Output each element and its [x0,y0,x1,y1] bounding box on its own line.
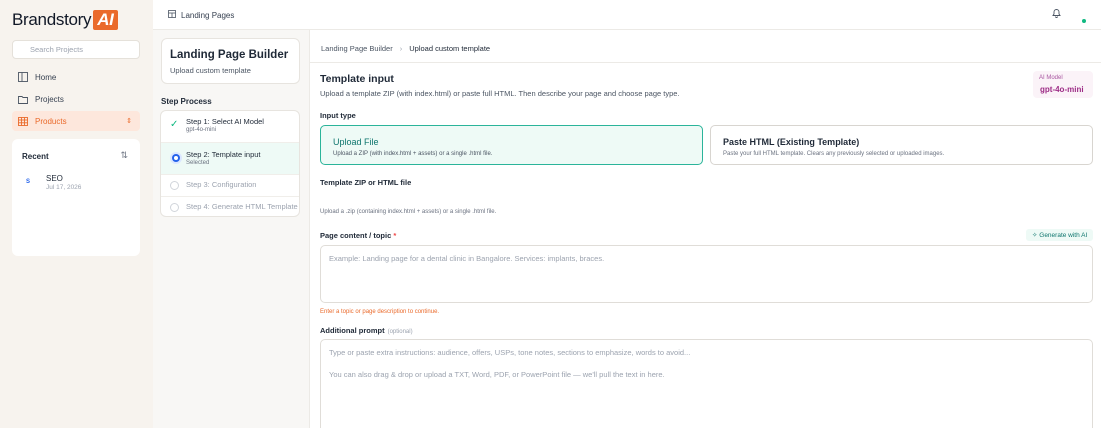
recent-title: Recent [22,152,49,161]
step-2[interactable]: Step 2: Template input Selected [161,143,299,175]
divider [310,62,1101,63]
sidebar-item-home[interactable]: Home [12,67,140,87]
step-label: Step 4: Generate HTML Template [186,202,298,211]
required-mark: * [393,231,397,240]
home-icon [18,72,28,82]
step-label: Step 3: Configuration [186,180,257,189]
option-title: Paste HTML (Existing Template) [723,137,860,147]
step-sublabel: gpt-4o-mini [186,127,217,133]
sort-icon[interactable]: ⇅ [120,150,128,161]
step-3[interactable]: Step 3: Configuration [161,175,299,197]
sidebar-item-label: Products [35,116,67,126]
breadcrumb-parent[interactable]: Landing Page Builder [321,44,393,53]
option-description: Upload a ZIP (with index.html + assets) … [333,151,493,157]
top-bar: Landing Pages [153,0,1101,30]
step-list: ✓ Step 1: Select AI Model gpt-4o-mini St… [160,110,300,217]
step-4[interactable]: Step 4: Generate HTML Template [161,197,299,216]
check-icon: ✓ [170,119,179,130]
ai-model-badge: AI Model gpt-4o-mini [1033,71,1093,98]
step-label: Step 1: Select AI Model [186,117,264,126]
bell-icon[interactable] [1052,8,1061,21]
prompt-label: Additional prompt (optional) [320,326,413,335]
ai-model-value: gpt-4o-mini [1040,85,1084,94]
search-projects-input[interactable]: Search Projects [12,40,140,59]
step-panel: Landing Page Builder Upload custom templ… [153,30,310,428]
chevron-updown-icon: ⇕ [126,118,132,125]
breadcrumb-current: Upload custom template [409,44,491,53]
step-1[interactable]: ✓ Step 1: Select AI Model gpt-4o-mini [161,111,299,143]
prompt-placeholder-line-2: You can also drag & drop or upload a TXT… [329,370,665,379]
section-title: Template input [320,73,394,85]
folder-icon [18,94,28,104]
builder-card: Landing Page Builder Upload custom templ… [161,38,300,84]
search-placeholder: Search Projects [30,45,83,54]
generate-with-ai-button[interactable]: ✧ Generate with AI [1026,229,1093,241]
upload-file-option[interactable]: Upload File Upload a ZIP (with index.htm… [320,125,703,165]
option-title: Upload File [333,137,379,147]
topic-label: Page content / topic * [320,231,396,240]
sidebar: Brandstory AI Search Projects Home Projec… [0,0,153,428]
generate-button-label: Generate with AI [1039,232,1088,239]
brand-logo[interactable]: Brandstory AI [12,10,118,30]
step-label: Step 2: Template input [186,150,261,159]
paste-html-option[interactable]: Paste HTML (Existing Template) Paste you… [710,125,1093,165]
recent-panel: Recent ⇅ S SEO Jul 17, 2026 [12,139,140,256]
builder-title: Landing Page Builder [170,49,289,61]
sparkle-icon: ✧ [1032,232,1038,239]
project-icon: S [26,179,31,185]
topic-textarea[interactable]: Example: Landing page for a dental clini… [320,245,1093,303]
section-description: Upload a template ZIP (with index.html) … [320,89,680,98]
prompt-placeholder-line-1: Type or paste extra instructions: audien… [329,348,691,357]
sidebar-item-label: Home [35,72,57,82]
pending-step-icon [170,203,179,212]
sidebar-item-label: Projects [35,94,64,104]
online-status-dot [1082,19,1086,23]
breadcrumb: Landing Page Builder › Upload custom templ… [321,44,490,53]
chevron-right-icon: › [399,44,403,53]
ai-model-label: AI Model [1039,75,1063,81]
grid-icon [18,116,28,126]
sidebar-item-products[interactable]: Products ⇕ [12,111,140,131]
brand-ai-badge: AI [93,10,118,30]
top-page-title: Landing Pages [181,10,235,20]
prompt-textarea[interactable]: Type or paste extra instructions: audien… [320,339,1093,428]
brand-name: Brandstory [12,10,92,29]
topic-label-text: Page content / topic [320,231,392,240]
topic-placeholder: Example: Landing page for a dental clini… [329,254,605,263]
prompt-label-text: Additional prompt [320,326,385,335]
topic-warning: Enter a topic or page description to con… [320,309,440,315]
recent-item-name: SEO [46,174,63,183]
sidebar-item-projects[interactable]: Projects [12,89,140,109]
step-process-title: Step Process [161,97,212,106]
file-label: Template ZIP or HTML file [320,178,412,187]
file-hint: Upload a .zip (containing index.html + a… [320,209,497,215]
top-breadcrumb: Landing Pages [168,10,234,20]
builder-subtitle: Upload custom template [170,66,251,75]
input-type-label: Input type [320,111,356,120]
pending-step-icon [170,181,179,190]
main-content: Landing Page Builder › Upload custom templ… [310,30,1101,428]
page-grid-icon [168,10,176,20]
option-description: Paste your full HTML template. Clears an… [723,151,945,157]
optional-tag: (optional) [387,329,413,335]
step-sublabel: Selected [186,160,210,166]
current-step-icon [172,154,180,162]
recent-item-date: Jul 17, 2026 [46,184,82,191]
